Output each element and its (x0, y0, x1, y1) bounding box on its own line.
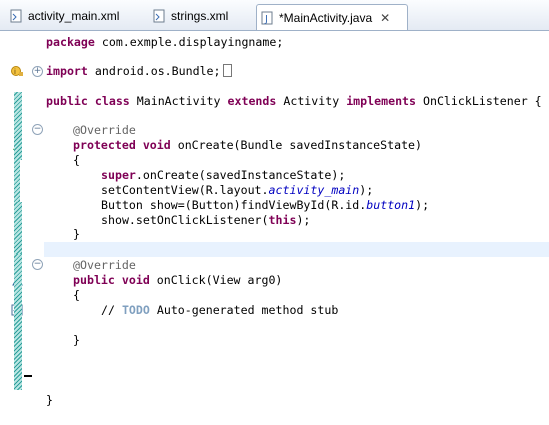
code-line-super-call: super.onCreate(savedInstanceState); (101, 168, 346, 182)
code-line-class-decl: public class MainActivity extends Activi… (46, 94, 542, 108)
warning-icon: i (11, 66, 23, 76)
tab-strings-xml[interactable]: strings.xml (153, 5, 228, 27)
quick-diff-band (14, 254, 22, 390)
expand-fold-icon[interactable]: + (32, 66, 43, 77)
current-line-highlight (44, 242, 549, 257)
close-tab-icon[interactable]: ✕ (380, 11, 390, 25)
code-line-todo-comment: // TODO Auto-generated method stub (101, 303, 339, 317)
code-line-brace: { (73, 288, 80, 302)
tab-activity-main-xml[interactable]: activity_main.xml (10, 5, 119, 27)
editor-tab-bar: activity_main.xml strings.xml J *MainAct… (0, 0, 549, 31)
quick-diff-band (14, 92, 22, 160)
code-line-onclick-sig: public void onClick(View arg0) (73, 273, 283, 287)
code-line-import: import android.os.Bundle; (46, 64, 232, 79)
xml-file-icon (10, 9, 22, 23)
code-line-override: @Override (73, 123, 136, 137)
code-line-oncreate-sig: protected void onCreate(Bundle savedInst… (73, 138, 423, 152)
quick-diff-band (14, 202, 22, 254)
code-line-set-content: setContentView(R.layout.activity_main); (101, 183, 374, 197)
tab-main-activity-java[interactable]: J *MainActivity.java ✕ (256, 4, 408, 30)
code-line-brace: { (73, 153, 80, 167)
folded-code-indicator[interactable] (222, 64, 232, 77)
code-line-class-close: } (46, 393, 53, 407)
xml-file-icon (153, 9, 165, 23)
code-line-override: @Override (73, 258, 136, 272)
java-file-icon: J (261, 11, 273, 25)
code-line-package: package com.exmple.displayingname; (46, 35, 284, 49)
code-line-set-listener: show.setOnClickListener(this); (101, 213, 311, 227)
collapse-fold-icon[interactable]: − (32, 259, 43, 270)
code-line-find-view: Button show=(Button)findViewById(R.id.bu… (101, 198, 430, 212)
svg-text:i: i (14, 68, 16, 76)
svg-text:J: J (264, 14, 268, 25)
tab-label: *MainActivity.java (279, 10, 373, 25)
tab-label: strings.xml (171, 9, 229, 23)
collapse-fold-icon[interactable]: − (32, 124, 43, 135)
vertical-ruler (0, 31, 13, 425)
quick-diff-band (14, 160, 20, 202)
code-line-brace: } (73, 227, 80, 241)
code-line-brace: } (73, 333, 80, 347)
tab-label: activity_main.xml (28, 9, 120, 23)
cursor-line-marker (24, 375, 32, 377)
